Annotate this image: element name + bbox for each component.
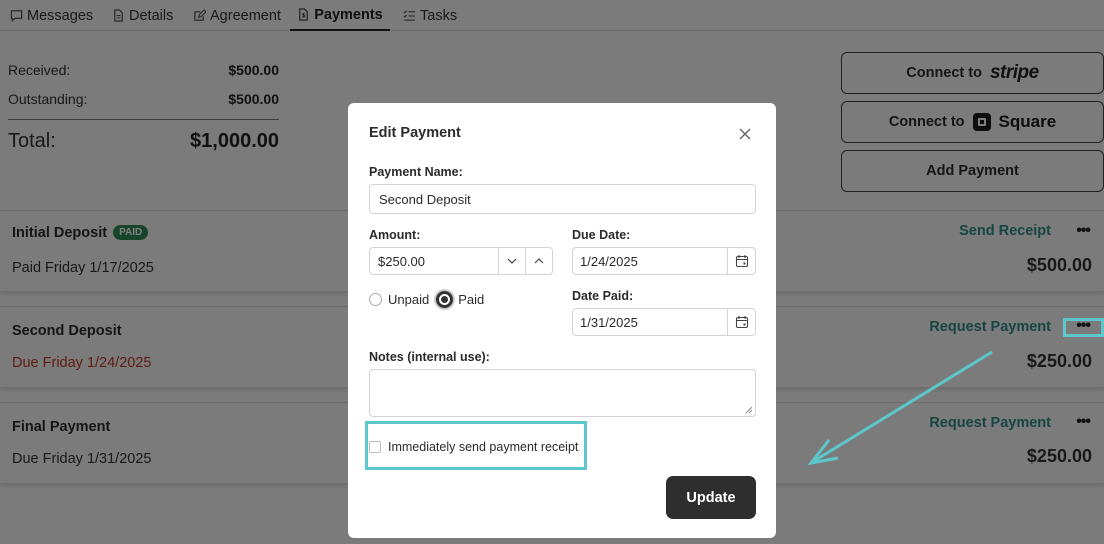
due-date-input[interactable]: 1/24/2025 [572, 247, 756, 275]
amount-decrement-button[interactable] [498, 248, 525, 274]
dialog-title: Edit Payment [369, 125, 461, 141]
amount-input[interactable]: $250.00 [369, 247, 553, 275]
amount-value: $250.00 [378, 253, 425, 269]
resize-handle-icon[interactable] [745, 406, 753, 414]
close-icon[interactable] [737, 126, 753, 142]
edit-payment-dialog: Edit Payment Payment Name: Second Deposi… [348, 103, 776, 538]
date-paid-calendar-button[interactable] [727, 309, 755, 335]
paid-radio[interactable] [436, 291, 454, 308]
unpaid-radio[interactable] [369, 293, 382, 306]
chevron-down-icon [507, 258, 517, 264]
date-paid-input[interactable]: 1/31/2025 [572, 308, 756, 336]
paid-label: Paid [458, 292, 485, 307]
date-paid-value: 1/31/2025 [580, 314, 638, 330]
calendar-icon [735, 255, 748, 268]
due-date-label: Due Date: [572, 228, 631, 242]
date-paid-label: Date Paid: [572, 289, 634, 303]
payment-name-input[interactable]: Second Deposit [369, 184, 756, 214]
amount-increment-button[interactable] [525, 248, 552, 274]
send-receipt-checkbox[interactable] [369, 441, 381, 453]
amount-label: Amount: [369, 228, 421, 242]
notes-textarea[interactable] [369, 369, 756, 417]
update-button[interactable]: Update [666, 476, 756, 519]
due-date-calendar-button[interactable] [727, 248, 755, 274]
send-receipt-checkbox-row[interactable]: Immediately send payment receipt [369, 440, 578, 454]
send-receipt-label: Immediately send payment receipt [388, 440, 579, 454]
chevron-up-icon [534, 258, 544, 264]
payment-status-radio-group: Unpaid Paid [369, 291, 484, 308]
unpaid-label: Unpaid [388, 292, 430, 307]
payment-name-label: Payment Name: [369, 165, 463, 179]
due-date-value: 1/24/2025 [580, 253, 638, 269]
payment-name-value: Second Deposit [379, 191, 471, 207]
calendar-icon [735, 316, 748, 329]
notes-label: Notes (internal use): [369, 350, 490, 364]
